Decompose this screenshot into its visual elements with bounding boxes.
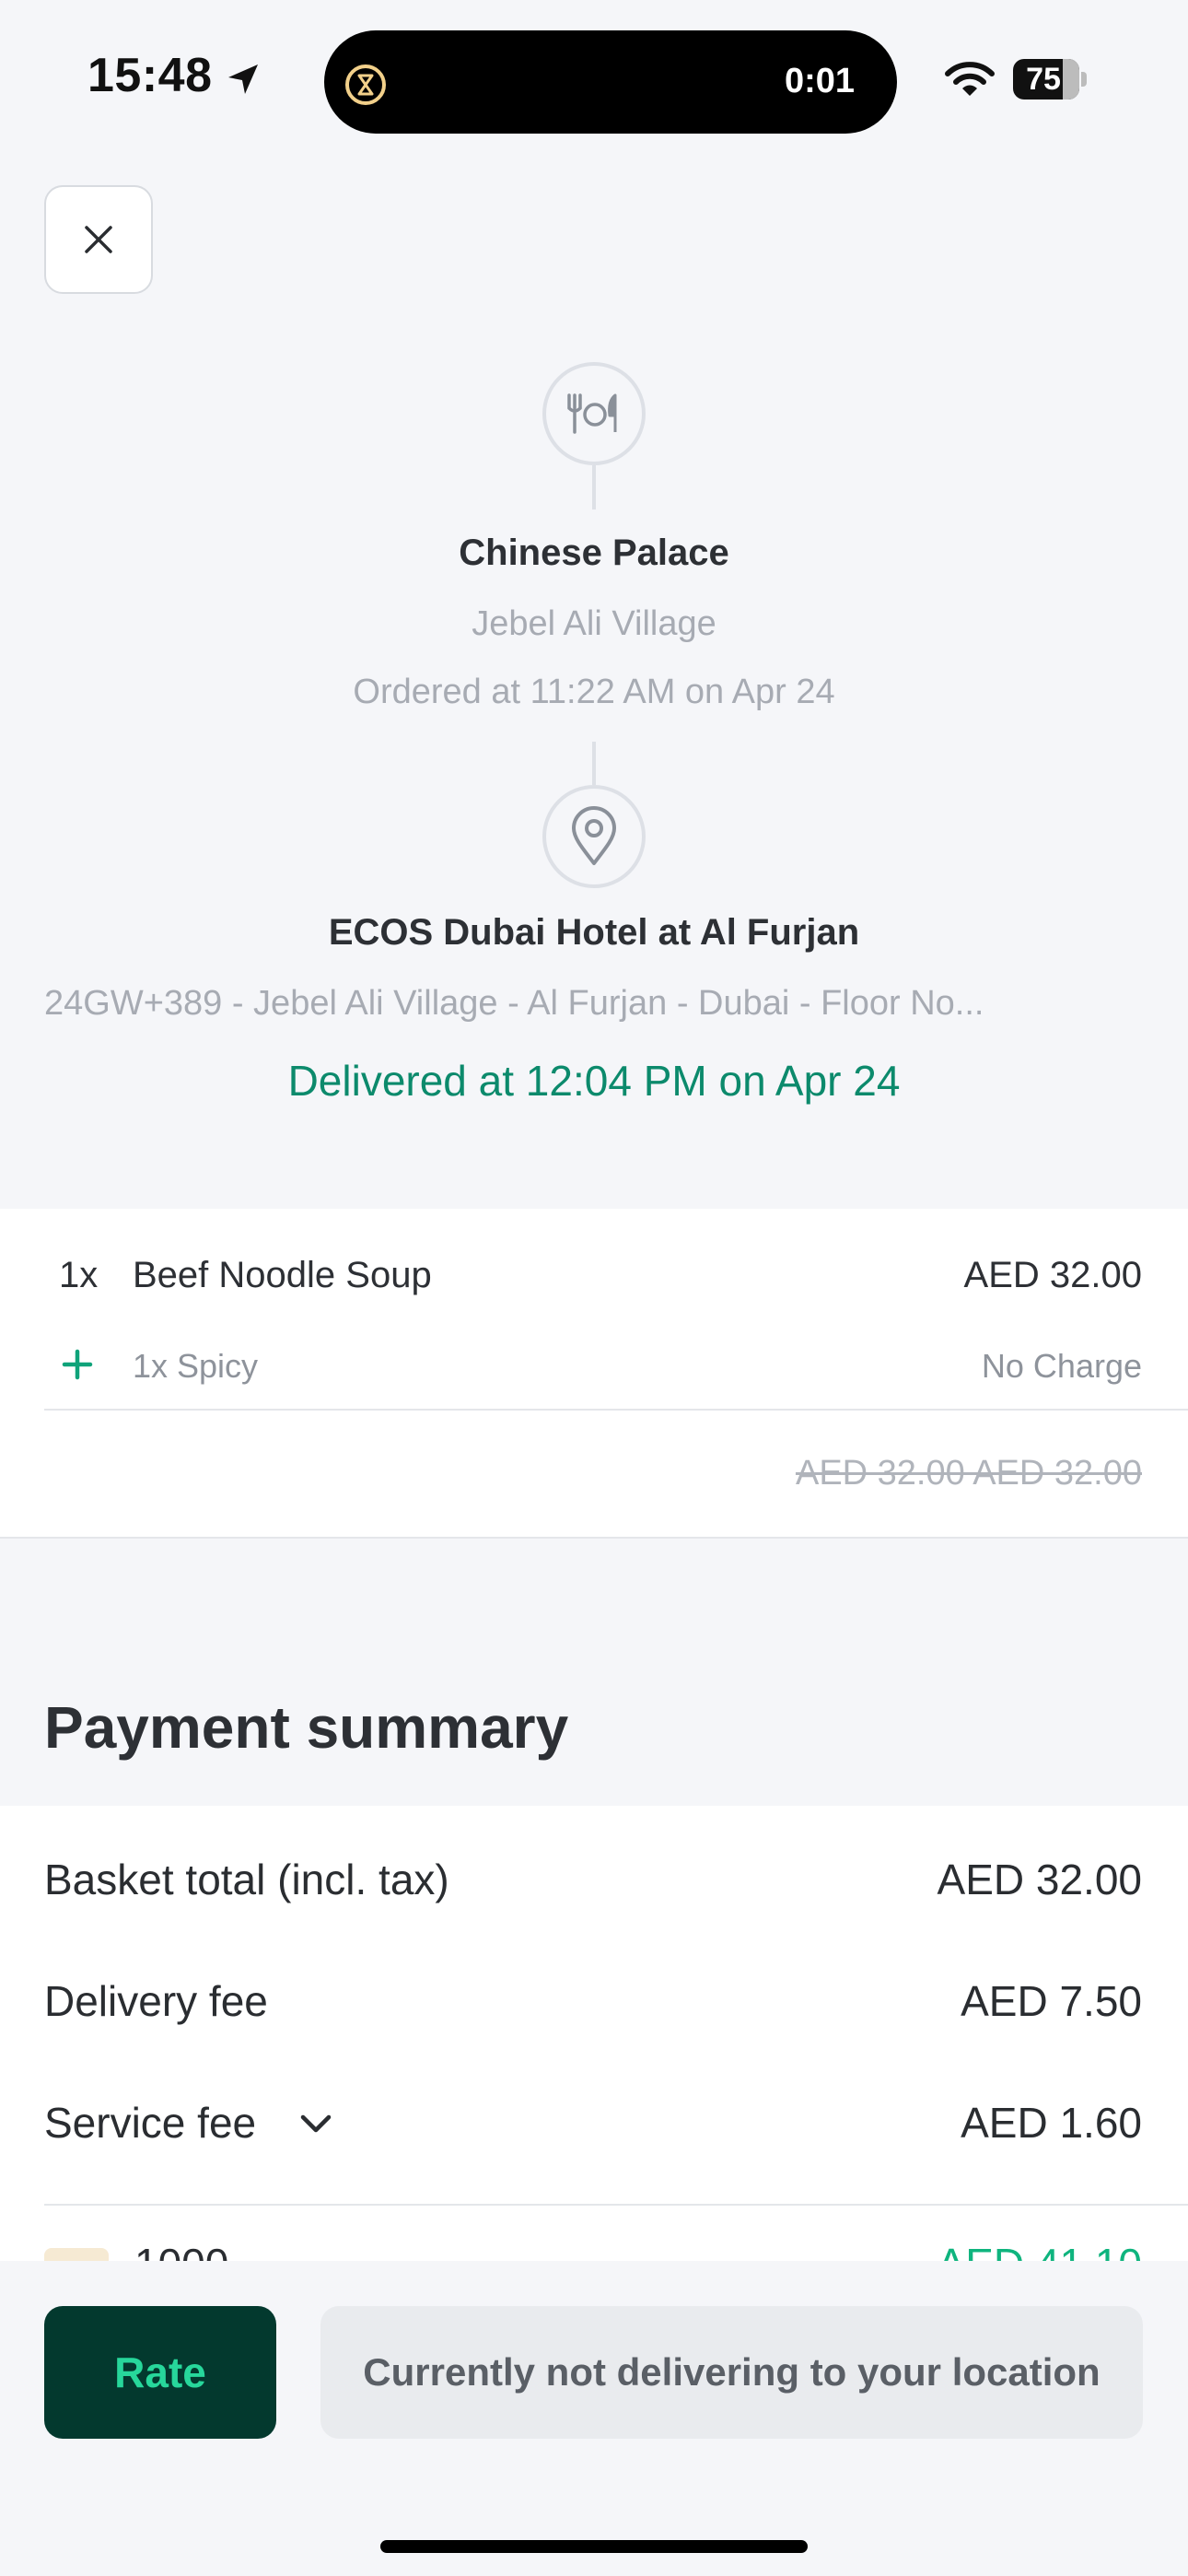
item-price: AED 32.00 xyxy=(963,1255,1142,1295)
dynamic-island[interactable]: 0:01 xyxy=(324,30,897,134)
basket-total-value: AED 32.00 xyxy=(937,1856,1142,1903)
item-name: Beef Noodle Soup xyxy=(133,1255,432,1295)
hourglass-icon xyxy=(345,64,386,105)
payment-summary-title: Payment summary xyxy=(44,1694,569,1761)
service-fee-value: AED 1.60 xyxy=(961,2099,1142,2147)
delivered-at: Delivered at 12:04 PM on Apr 24 xyxy=(287,1057,901,1105)
peek-row-value: AED 41.10 xyxy=(938,2239,1142,2263)
delivery-fee-value: AED 7.50 xyxy=(961,1977,1142,2025)
destination-icon xyxy=(542,785,646,888)
payment-divider xyxy=(44,2204,1188,2206)
plus-icon xyxy=(62,1349,93,1380)
chevron-down-icon[interactable] xyxy=(297,2109,334,2138)
items-divider xyxy=(44,1409,1188,1411)
route-connector-top xyxy=(592,465,596,509)
service-fee-label[interactable]: Service fee xyxy=(44,2098,256,2148)
not-delivering-notice: Currently not delivering to your locatio… xyxy=(320,2306,1143,2439)
destination-name: ECOS Dubai Hotel at Al Furjan xyxy=(328,912,860,953)
home-indicator[interactable] xyxy=(380,2540,808,2553)
items-total-strikethrough: AED 32.00 AED 32.00 xyxy=(795,1454,1142,1493)
battery-icon: 75 xyxy=(1013,59,1089,100)
close-icon xyxy=(85,226,112,253)
restaurant-name: Chinese Palace xyxy=(459,533,729,573)
peek-row-label: 1000 xyxy=(134,2239,228,2263)
item-qty: 1x xyxy=(59,1255,99,1295)
delivery-fee-label: Delivery fee xyxy=(44,1977,268,2025)
utensils-plate-icon xyxy=(567,393,617,434)
status-time: 15:48 xyxy=(87,49,213,102)
route-connector-bottom xyxy=(592,742,596,785)
activity-timer: 0:01 xyxy=(784,62,855,100)
rate-button[interactable]: Rate xyxy=(44,2306,276,2439)
wifi-icon xyxy=(945,62,995,96)
close-button[interactable] xyxy=(44,185,153,294)
restaurant-area: Jebel Ali Village xyxy=(472,604,716,643)
basket-total-label: Basket total (incl. tax) xyxy=(44,1856,449,1903)
map-pin-icon xyxy=(572,806,616,865)
destination-address: 24GW+389 - Jebel Ali Village - Al Furjan… xyxy=(44,984,984,1023)
battery-percent: 75 xyxy=(1026,62,1061,97)
location-arrow-icon xyxy=(228,64,258,94)
modifier-price: No Charge xyxy=(981,1347,1142,1385)
modifier-name: 1x Spicy xyxy=(133,1347,259,1385)
restaurant-icon xyxy=(542,362,646,465)
ordered-at: Ordered at 11:22 AM on Apr 24 xyxy=(353,673,835,711)
